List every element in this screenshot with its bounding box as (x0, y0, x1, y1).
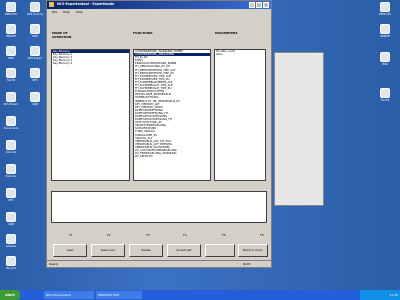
fkey-f6: F6 (260, 233, 264, 237)
status-num: NUM (243, 262, 251, 266)
ncs-expert-window: NCS-Expertentool - Expertmode _ □ × File… (46, 0, 272, 268)
fkey-f1: F1 (69, 233, 73, 237)
menu-file[interactable]: File (52, 10, 57, 14)
app-icon (30, 24, 40, 34)
app-icon (6, 140, 16, 150)
menu-help-2[interactable]: Help (76, 10, 83, 14)
window-title: NCS-Expertentool - Expertmode (57, 2, 115, 6)
back-to-main-button[interactable]: Back to main (238, 244, 268, 257)
app-icon (6, 116, 16, 126)
app-icon (30, 46, 40, 56)
app-icon (6, 234, 16, 244)
menubar: File Help Help (47, 10, 271, 16)
app-icon (49, 2, 54, 7)
parameter-list[interactable]: ST aktiv_nicht aktiv (214, 49, 266, 181)
taskbar: start NCS-Expertentool ZENTRALE SEIT 11:… (0, 290, 400, 300)
app-icon (6, 188, 16, 198)
desktop-icon[interactable]: NFS (24, 68, 46, 82)
menu-help[interactable]: Help (63, 10, 70, 14)
app-icon (6, 2, 16, 12)
app-icon (30, 68, 40, 78)
desktop-icon[interactable]: NFS (0, 188, 22, 202)
desktop-icon[interactable]: NCS Expert (24, 46, 46, 60)
desktop-icon[interactable]: Internet (0, 140, 22, 154)
desktop-icon[interactable]: Tool32 (0, 68, 22, 82)
app-icon (6, 212, 16, 222)
broadcast-button[interactable]: broadcast (167, 244, 201, 257)
app-icon (6, 92, 16, 102)
fkey-f2: F2 (107, 233, 111, 237)
desktop-icon[interactable]: CABI (0, 212, 22, 226)
fkey-f3: F3 (146, 233, 150, 237)
app-icon (380, 2, 390, 12)
desktop-icon[interactable]: Explorer (0, 164, 22, 178)
desktop-icon[interactable]: ediabas (0, 234, 22, 248)
desktop-icon[interactable]: INPA (374, 52, 396, 66)
status-bar: Ready NUM (47, 260, 271, 268)
list-item[interactable]: ZV_SELECTIV (134, 155, 210, 158)
app-icon (6, 256, 16, 266)
list-item[interactable]: aktiv (215, 53, 265, 56)
desktop-icon[interactable]: BMW DIS (0, 2, 22, 16)
app-icon (380, 24, 390, 34)
function-list[interactable]: AUSSENSPIEGEL_WARNUNG_KOMBI AUSSENSPIEGEL… (133, 49, 211, 181)
task-zentrale[interactable]: ZENTRALE SEIT (96, 291, 142, 299)
desktop-icon[interactable]: WINKFP (0, 24, 22, 38)
close-icon[interactable]: × (263, 2, 269, 8)
mode-header: MODE OF OPERATION (52, 31, 72, 39)
desktop-icon[interactable]: INPA (24, 24, 46, 38)
app-icon (6, 68, 16, 78)
desktop-icon[interactable]: Documents (0, 116, 22, 130)
app-icon (30, 2, 40, 12)
desktop-icon[interactable]: NCS Expert (0, 92, 22, 106)
start-button[interactable]: start (0, 290, 20, 300)
app-icon (6, 46, 16, 56)
background-window (274, 52, 324, 206)
desktop-icon[interactable]: CABI (24, 92, 46, 106)
minimize-icon[interactable]: _ (249, 2, 255, 8)
app-icon (30, 92, 40, 102)
parameters-header: PARAMETERS (215, 31, 238, 35)
mode-list[interactable]: Key Memory Key Memory 1 Key Memory 2 Key Me… (51, 49, 130, 181)
app-icon (380, 88, 390, 98)
functions-header: FUNCTIONS (133, 31, 153, 35)
take-over-button[interactable]: take over (91, 244, 125, 257)
list-item[interactable]: Key Memory 4 (52, 62, 129, 65)
desktop-icon[interactable]: WINKFP (374, 24, 396, 38)
fkey-f4: F4 (183, 233, 187, 237)
f5-button[interactable] (205, 244, 235, 257)
app-icon (6, 164, 16, 174)
status-text: Ready (49, 262, 59, 266)
task-ncs[interactable]: NCS-Expertentool (44, 291, 94, 299)
app-icon (6, 24, 16, 34)
delete-button[interactable]: delete (129, 244, 163, 257)
fkey-f5: F5 (222, 233, 226, 237)
desktop-icon[interactable]: BMW DIS (374, 2, 396, 16)
clock: 11:38 (389, 293, 398, 297)
app-icon (380, 52, 390, 62)
maximize-icon[interactable]: □ (256, 2, 262, 8)
desktop-icon[interactable]: NCS Dummy (24, 2, 46, 16)
system-tray: 11:38 (360, 290, 400, 300)
desktop-icon[interactable]: Recycle (0, 256, 22, 270)
desktop-icon[interactable]: INPA (0, 46, 22, 60)
info-text-area[interactable] (51, 191, 267, 223)
desktop-icon[interactable]: Tool32 (374, 88, 396, 102)
read-button[interactable]: read (53, 244, 87, 257)
titlebar[interactable]: NCS-Expertentool - Expertmode _ □ × (47, 1, 271, 9)
